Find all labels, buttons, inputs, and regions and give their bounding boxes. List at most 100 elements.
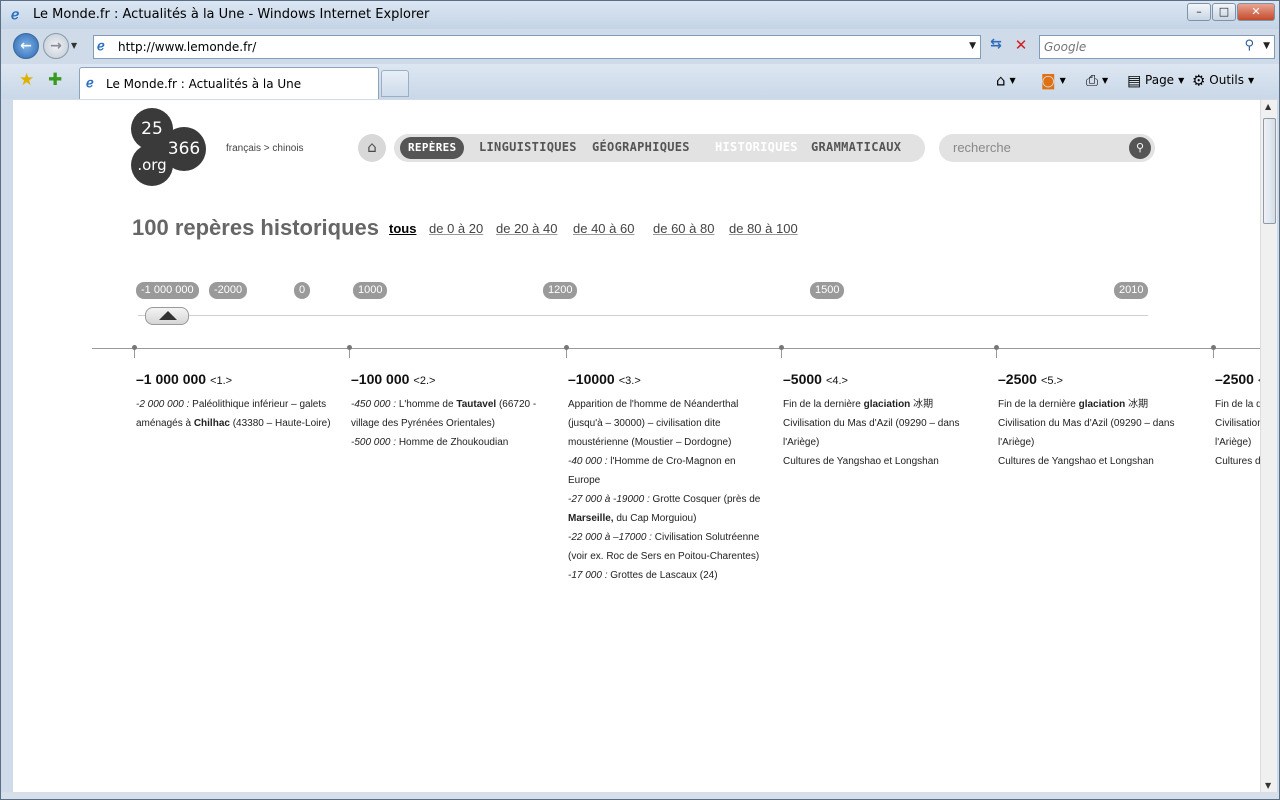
home-toolbar-button[interactable]: ⌂ ▼ (996, 71, 1016, 91)
entry-date-text: –2500 (998, 371, 1037, 387)
browser-search-input[interactable] (1044, 39, 1234, 55)
close-button[interactable]: ✕ (1237, 3, 1275, 21)
entry-date[interactable]: –2500<5.> (1215, 371, 1260, 389)
entry-text: -17 000 : (568, 570, 608, 581)
site-search-placeholder[interactable]: recherche (953, 140, 1011, 155)
scale-marker[interactable]: 0 (294, 282, 311, 299)
page-menu-label: Page (1145, 73, 1175, 87)
filter-60-80[interactable]: de 60 à 80 (653, 221, 714, 236)
add-favorites-icon[interactable]: ✚ (48, 70, 62, 90)
forward-button[interactable]: → (43, 33, 69, 59)
timeline-dot (1211, 345, 1216, 350)
home-icon[interactable]: ⌂ (358, 134, 386, 162)
scale-marker[interactable]: 1200 (543, 282, 578, 299)
maximize-button[interactable]: □ (1212, 3, 1236, 21)
search-icon[interactable]: ⚲ (1244, 38, 1254, 53)
entry-text: glaciation (1078, 399, 1126, 410)
filter-tous[interactable]: tous (389, 221, 416, 236)
page-icon: ℯ (97, 39, 105, 54)
browser-search-box[interactable]: ⚲ ▼ (1039, 35, 1275, 59)
entry-text: -450 000 : (351, 399, 397, 410)
page-title: 100 repères historiques (132, 215, 380, 240)
entry-number: <5.> (1040, 375, 1063, 387)
entry-number: <3.> (618, 375, 641, 387)
timeline-entry: –10000 <3.> Apparition de l'homme de Néand… (568, 371, 768, 585)
scroll-up-icon[interactable]: ▲ (1265, 102, 1271, 111)
page-content: 25 366 .org français > chinois ⌂ REPÈRES… (13, 100, 1260, 792)
stop-icon[interactable]: ✕ (1010, 36, 1032, 58)
entry-text: Civilisation du Mas d'Azil (09290 – dans… (783, 418, 960, 448)
entry-date[interactable]: –5000 <4.> (783, 371, 983, 389)
entry-date[interactable]: –10000 <3.> (568, 371, 768, 389)
logo-circle-org[interactable]: .org (131, 144, 173, 186)
address-bar[interactable]: ℯ http://www.lemonde.fr/ ▼ (93, 35, 981, 59)
scale-marker[interactable]: -1 000 000 (136, 282, 199, 299)
timeline-entry: –5000 <4.> Fin de la dernière glaciation 冰… (783, 371, 983, 471)
entry-line: -2 000 000 : Paléolithique inférieur – g… (136, 395, 336, 433)
scroll-thumb[interactable] (1263, 118, 1276, 224)
scale-marker[interactable]: -2000 (209, 282, 248, 299)
time-slider-track[interactable] (138, 315, 1148, 316)
page-menu[interactable]: ▤ Page ▼ (1127, 71, 1184, 91)
entry-text: Cultures de Yangshao et Longshan (998, 456, 1154, 467)
entry-line: Fin de la dernière glaciation 冰期 (783, 395, 983, 414)
new-tab-button[interactable] (381, 70, 409, 97)
entry-line: -17 000 : Grottes de Lascaux (24) (568, 566, 768, 585)
nav-linguistiques[interactable]: LINGUISTIQUES (479, 140, 577, 154)
entry-text: Cultures de Yangshao et Longshan (783, 456, 939, 467)
scale-marker[interactable]: 2010 (1114, 282, 1149, 299)
scale-marker[interactable]: 1000 (353, 282, 388, 299)
search-dropdown-icon[interactable]: ▼ (1263, 41, 1270, 51)
entry-line: -40 000 : l'Homme de Cro-Magnon en Europ… (568, 452, 768, 490)
browser-tab[interactable]: ℯ Le Monde.fr : Actualités à la Une (79, 67, 379, 99)
entry-line: l'Ariège) (1215, 433, 1260, 452)
entry-date[interactable]: –100 000 <2.> (351, 371, 551, 389)
tools-menu[interactable]: ⚙ Outils ▼ (1192, 71, 1254, 91)
site-search[interactable]: recherche ⚲ (939, 134, 1155, 162)
timeline-dot (347, 345, 352, 350)
tab-title: Le Monde.fr : Actualités à la Une (106, 77, 302, 91)
rss-icon: ◙ (1041, 71, 1056, 90)
nav-historiques[interactable]: HISTORIQUES (715, 140, 798, 154)
filter-80-100[interactable]: de 80 à 100 (729, 221, 798, 236)
favorites-star-icon[interactable]: ★ (19, 70, 34, 90)
timeline-entry: –1 000 000 <1.> -2 000 000 : Paléolithique… (136, 371, 336, 433)
entry-text: -40 000 : (568, 456, 608, 467)
print-button[interactable]: ⎙ ▼ (1086, 71, 1108, 91)
nav-reperes[interactable]: REPÈRES (400, 137, 465, 159)
nav-grammaticaux[interactable]: GRAMMATICAUX (811, 140, 901, 154)
time-slider-handle[interactable] (145, 307, 189, 325)
entry-text: Homme de Zhoukoudian (396, 437, 509, 448)
minimize-button[interactable]: – (1187, 3, 1211, 21)
entry-line: Apparition de l'homme de Néanderthal (ju… (568, 395, 768, 452)
address-url[interactable]: http://www.lemonde.fr/ (118, 40, 256, 54)
tools-menu-label: Outils (1209, 73, 1244, 87)
timeline-dot (132, 345, 137, 350)
timeline-dot (779, 345, 784, 350)
triangle-up-icon (159, 311, 177, 320)
language-selector[interactable]: français > chinois (226, 143, 304, 154)
entry-line: -450 000 : L'homme de Tautavel (66720 - … (351, 395, 551, 433)
entry-line: -500 000 : Homme de Zhoukoudian (351, 433, 551, 452)
entry-date[interactable]: –2500<5.> (998, 371, 1198, 389)
window-title: Le Monde.fr : Actualités à la Une - Wind… (33, 7, 430, 22)
search-icon[interactable]: ⚲ (1129, 137, 1151, 159)
entry-text: Tautavel (456, 399, 497, 410)
filter-40-60[interactable]: de 40 à 60 (573, 221, 634, 236)
entry-text: L'homme de (396, 399, 457, 410)
filter-20-40[interactable]: de 20 à 40 (496, 221, 557, 236)
scale-marker[interactable]: 1500 (810, 282, 845, 299)
timeline-entry: –2500<5.> Fin de la derni Civilisation du l… (1215, 371, 1260, 471)
vertical-scrollbar[interactable]: ▲ ▼ (1260, 100, 1277, 792)
feeds-button[interactable]: ◙ ▼ (1041, 71, 1066, 91)
address-dropdown-icon[interactable]: ▼ (969, 41, 976, 51)
entry-line: Cultures de Ya (1215, 452, 1260, 471)
scroll-down-icon[interactable]: ▼ (1265, 781, 1271, 790)
history-dropdown-icon[interactable]: ▼ (71, 41, 77, 50)
nav-geographiques[interactable]: GÉOGRAPHIQUES (592, 140, 690, 154)
filter-0-20[interactable]: de 0 à 20 (429, 221, 483, 236)
refresh-icon[interactable]: ⇆ (985, 36, 1007, 58)
back-button[interactable]: ← (13, 33, 39, 59)
entry-date[interactable]: –1 000 000 <1.> (136, 371, 336, 389)
timeline-dot (564, 345, 569, 350)
